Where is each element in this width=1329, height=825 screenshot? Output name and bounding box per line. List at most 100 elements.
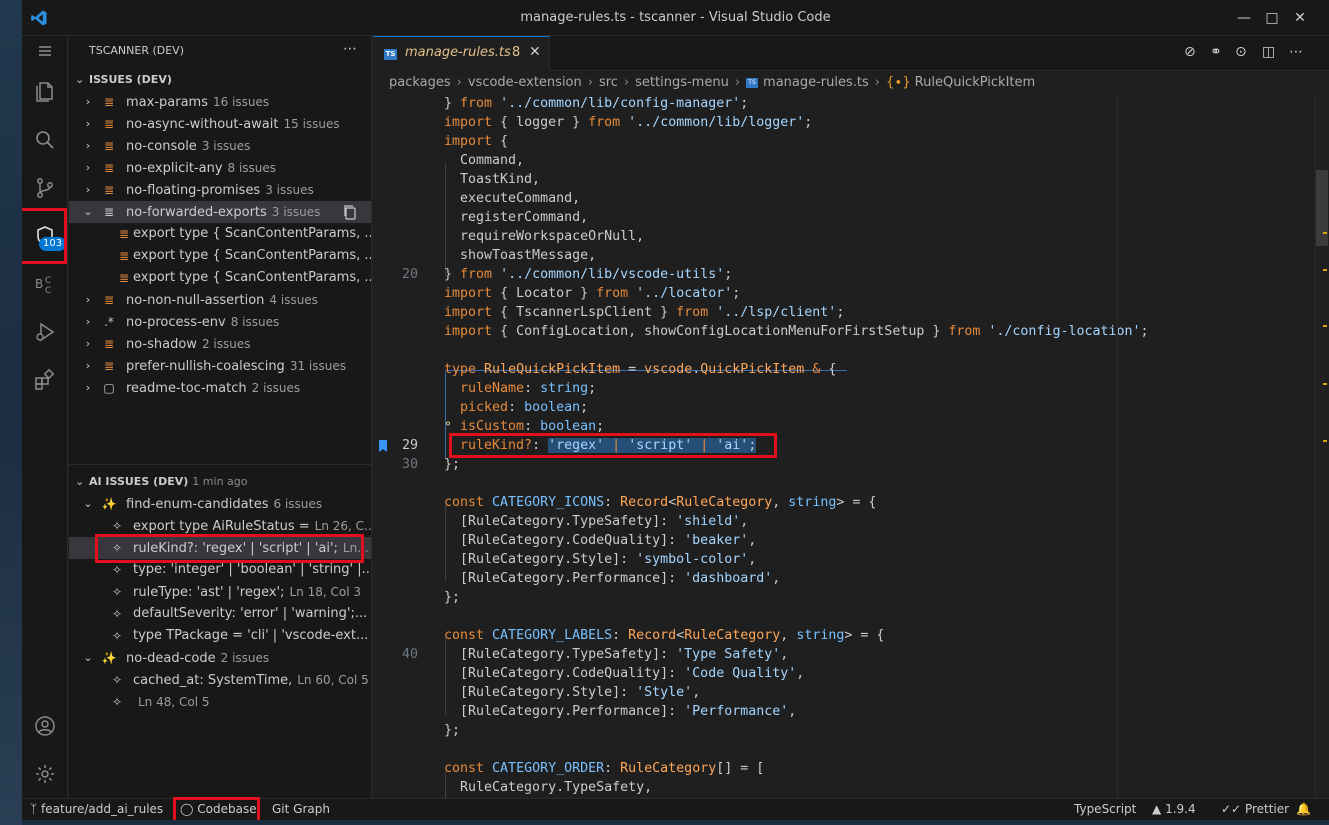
item-label: readme-toc-match xyxy=(126,381,247,396)
copy-icon[interactable] xyxy=(342,204,358,220)
editor-more-icon[interactable]: ⋯ xyxy=(1289,44,1303,60)
rule-no-explicit-any[interactable]: › ≣ no-explicit-any 8 issues xyxy=(69,157,371,179)
issue-item[interactable]: ≣ export type { ScanContentParams, ... xyxy=(69,223,371,245)
row-text: max-params 16 issues xyxy=(126,91,269,113)
minimize-icon[interactable]: — xyxy=(1232,6,1256,30)
activity-bar: 103 BCC xyxy=(22,36,68,798)
row-text: no-explicit-any 8 issues xyxy=(126,157,276,179)
row-text: export type { ScanContentParams, ... xyxy=(133,223,371,245)
title-bar: manage-rules.ts - tscanner - Visual Stud… xyxy=(22,0,1329,36)
rule-readme-toc-match[interactable]: › ▢ readme-toc-match 2 issues xyxy=(69,377,371,399)
ai-issue-item[interactable]: ✧ cached_at: SystemTime, Ln 60, Col 5 xyxy=(69,669,371,691)
status-bar: ᛉ feature/add_ai_rules ◯ Codebase Git Gr… xyxy=(22,798,1329,820)
rule-list-icon: ≣ xyxy=(103,161,115,175)
row-text: no-process-env 8 issues xyxy=(126,311,279,333)
item-meta: 15 issues xyxy=(283,117,340,131)
item-meta: 3 issues xyxy=(201,139,251,153)
item-label: no-forwarded-exports xyxy=(126,205,267,220)
issue-line-icon: ≣ xyxy=(118,227,130,241)
ai-issue-item[interactable]: ✧ defaultSeverity: 'error' | 'warning';..… xyxy=(69,603,371,625)
issues-count-badge: 103 xyxy=(39,237,67,251)
language-mode[interactable]: TypeScript xyxy=(1074,802,1136,816)
ai-issue-item[interactable]: ✧ Ln 48, Col 5 xyxy=(69,691,371,713)
ts-version-status[interactable]: ▲ 1.9.4 xyxy=(1152,802,1196,816)
rule-no-console[interactable]: › ≣ no-console 3 issues xyxy=(69,135,371,157)
item-label: ruleType: 'ast' | 'regex'; xyxy=(133,585,285,600)
rule-no-non-null-assertion[interactable]: › ≣ no-non-null-assertion 4 issues xyxy=(69,289,371,311)
ai-issue-item[interactable]: ✧ type TPackage = 'cli' | 'vscode-ext... xyxy=(69,625,371,647)
breadcrumb-item[interactable]: packages xyxy=(389,75,451,90)
breadcrumb-item[interactable]: RuleQuickPickItem xyxy=(915,75,1036,90)
settings-gear-icon[interactable] xyxy=(22,754,68,794)
go-to-commit-icon[interactable]: ⚭ xyxy=(1210,44,1222,60)
breadcrumb-item[interactable]: vscode-extension xyxy=(468,75,582,90)
close-window-icon[interactable]: ✕ xyxy=(1288,6,1312,30)
window-title: manage-rules.ts - tscanner - Visual Stud… xyxy=(520,10,831,25)
rule-no-forwarded-exports[interactable]: ⌄ ≣ no-forwarded-exports 3 issues xyxy=(69,201,371,223)
notifications-bell-icon[interactable]: 🔔 xyxy=(1296,802,1311,816)
chevron-right-icon: › xyxy=(85,117,91,130)
ai-rule-no-dead-code[interactable]: ⌄ ✨ no-dead-code 2 issues xyxy=(69,647,371,669)
issue-item[interactable]: ≣ export type { ScanContentParams, ... xyxy=(69,245,371,267)
open-changes-icon[interactable]: ⊘ xyxy=(1184,44,1196,60)
extensions-icon[interactable] xyxy=(22,360,68,400)
row-text: defaultSeverity: 'error' | 'warning';... xyxy=(133,603,367,625)
tab-manage-rules[interactable]: TS manage-rules.ts 8 ✕ xyxy=(373,36,550,71)
more-actions-icon[interactable]: ⋯ xyxy=(343,41,357,57)
bc-extension-icon[interactable]: BCC xyxy=(22,264,68,304)
ai-issue-item[interactable]: ✧ export type AiRuleStatus = Ln 26, C... xyxy=(69,515,371,537)
typescript-file-icon: TS xyxy=(746,77,759,88)
item-label: no-console xyxy=(126,139,197,154)
run-debug-icon[interactable] xyxy=(22,312,68,352)
item-label: prefer-nullish-coalescing xyxy=(126,359,285,374)
explorer-icon[interactable] xyxy=(22,72,68,112)
svg-text:C: C xyxy=(45,286,51,296)
rule-no-floating-promises[interactable]: › ≣ no-floating-promises 3 issues xyxy=(69,179,371,201)
ai-sparkle-icon: ✧ xyxy=(111,607,123,621)
issue-line-icon: ≣ xyxy=(118,249,130,263)
row-text: type: 'integer' | 'boolean' | 'string' |… xyxy=(133,559,371,581)
git-graph-status[interactable]: Git Graph xyxy=(272,802,330,816)
row-text: export type { ScanContentParams, ... xyxy=(133,245,371,267)
editor-scrollbar[interactable] xyxy=(1315,94,1329,798)
prettier-status[interactable]: ✓✓ Prettier xyxy=(1221,802,1289,816)
rule-no-shadow[interactable]: › ≣ no-shadow 2 issues xyxy=(69,333,371,355)
rule-max-params[interactable]: › ≣ max-params 16 issues xyxy=(69,91,371,113)
scrollbar-thumb[interactable] xyxy=(1316,170,1328,246)
breadcrumb-item[interactable]: settings-menu xyxy=(635,75,729,90)
breadcrumb-item[interactable]: manage-rules.ts xyxy=(763,75,869,90)
ai-issue-item[interactable]: ✧ ruleKind?: 'regex' | 'script' | 'ai'; Ln… xyxy=(69,537,371,559)
ai-issues-section-header[interactable]: ⌄ AI ISSUES (DEV) 1 min ago xyxy=(69,471,371,493)
chevron-down-icon: ⌄ xyxy=(75,73,85,86)
issue-item[interactable]: ≣ export type { ScanContentParams, ... xyxy=(69,267,371,289)
maximize-icon[interactable]: □ xyxy=(1260,6,1284,30)
rule-name: find-enum-candidates xyxy=(126,497,269,512)
source-control-icon[interactable] xyxy=(22,168,68,208)
breadcrumb-separator: › xyxy=(587,75,593,90)
code-view[interactable]: 20 29 30 40 ⚬ } from '../common/lib/conf… xyxy=(373,94,1329,798)
split-editor-icon[interactable]: ◫ xyxy=(1262,44,1275,60)
ai-sparkle-icon: ✧ xyxy=(111,695,123,709)
branch-status[interactable]: ᛉ feature/add_ai_rules xyxy=(30,802,163,816)
editor-area: TS manage-rules.ts 8 ✕ ⊘ ⚭ ⊙ ◫ ⋯ package… xyxy=(373,36,1329,798)
search-icon[interactable] xyxy=(22,120,68,160)
codebase-status[interactable]: ◯ Codebase xyxy=(180,802,257,816)
ai-sparkle-icon: ✧ xyxy=(111,673,123,687)
rule-prefer-nullish-coalescing[interactable]: › ≣ prefer-nullish-coalescing 31 issues xyxy=(69,355,371,377)
sidebar-title: TSCANNER (DEV) xyxy=(89,44,184,57)
breadcrumb-item[interactable]: src xyxy=(599,75,618,90)
account-icon[interactable] xyxy=(22,706,68,746)
rule-no-async-without-await[interactable]: › ≣ no-async-without-await 15 issues xyxy=(69,113,371,135)
menu-icon[interactable] xyxy=(22,31,68,71)
item-meta: 2 issues xyxy=(251,381,301,395)
close-tab-icon[interactable]: ✕ xyxy=(529,44,541,60)
ai-rule-find-enum-candidates[interactable]: ⌄ ✨ find-enum-candidates 6 issues xyxy=(69,493,371,515)
ai-issue-item[interactable]: ✧ type: 'integer' | 'boolean' | 'string' … xyxy=(69,559,371,581)
ai-issue-item[interactable]: ✧ ruleType: 'ast' | 'regex'; Ln 18, Col 3 xyxy=(69,581,371,603)
next-change-icon[interactable]: ⊙ xyxy=(1235,44,1247,60)
issues-section-header[interactable]: ⌄ ISSUES (DEV) xyxy=(69,69,371,91)
item-label: type TPackage = 'cli' | 'vscode-ext... xyxy=(133,628,369,643)
rule-no-process-env[interactable]: › .* no-process-env 8 issues xyxy=(69,311,371,333)
item-label: no-shadow xyxy=(126,337,197,352)
row-text: no-non-null-assertion 4 issues xyxy=(126,289,318,311)
